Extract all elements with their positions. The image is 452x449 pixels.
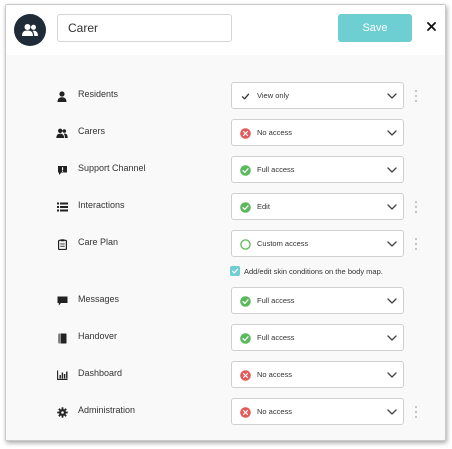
list-icon [56,201,68,213]
chevron-down-icon [387,409,397,415]
permission-row-administration: Administration No access [6,398,445,426]
chevron-down-icon [387,241,397,247]
permission-row-interactions: Interactions Edit [6,193,445,221]
access-level-select[interactable]: Edit [231,193,404,220]
access-level-value: Full access [257,165,295,174]
access-level-select[interactable]: Full access [231,287,404,314]
role-name-input[interactable] [57,14,232,42]
access-level-value: Full access [257,333,295,342]
permission-row-care-plan: Care Plan Custom access [6,230,445,258]
chevron-down-icon [387,130,397,136]
checkmark-icon [239,90,251,102]
no-access-icon [239,406,251,418]
clipboard-icon [56,238,68,250]
panel-header: Save [6,5,445,55]
permission-row-handover: Handover Full access [6,324,445,352]
access-level-value: No access [257,407,293,416]
no-access-icon [239,127,251,139]
access-level-select[interactable]: No access [231,119,404,146]
permission-label: Interactions [78,200,125,210]
permission-label: Residents [78,89,119,99]
access-level-value: Full access [257,296,295,305]
full-access-icon [239,201,251,213]
permission-label: Handover [78,331,118,341]
permission-label: Messages [78,294,120,304]
custom-access-icon [239,238,251,250]
full-access-icon [239,332,251,344]
role-permissions-panel: Save Residents View only Carers [5,4,446,441]
access-level-select[interactable]: Custom access [231,230,404,257]
chevron-down-icon [387,204,397,210]
skin-conditions-label: Add/edit skin conditions on the body map… [244,267,383,276]
full-access-icon [239,295,251,307]
more-options-icon[interactable] [413,405,419,419]
access-level-select[interactable]: No access [231,361,404,388]
users-icon [14,14,46,46]
chevron-down-icon [387,298,397,304]
permission-row-residents: Residents View only [6,82,445,110]
access-level-value: No access [257,370,293,379]
no-access-icon [239,369,251,381]
chevron-down-icon [387,93,397,99]
access-level-value: View only [257,91,289,100]
access-level-select[interactable]: No access [231,398,404,425]
permission-label: Support Channel [78,163,146,173]
chevron-down-icon [387,335,397,341]
permission-label: Dashboard [78,368,123,378]
access-level-value: No access [257,128,293,137]
permission-label: Administration [78,405,136,415]
close-icon[interactable] [424,19,438,33]
access-level-select[interactable]: Full access [231,156,404,183]
permission-label: Care Plan [78,237,119,247]
gear-icon [56,406,68,418]
bar-chart-icon [56,369,68,381]
permission-row-messages: Messages Full access [6,287,445,315]
skin-conditions-checkbox[interactable] [230,266,240,276]
more-options-icon[interactable] [413,237,419,251]
access-level-select[interactable]: Full access [231,324,404,351]
full-access-icon [239,164,251,176]
save-button[interactable]: Save [338,14,412,42]
more-options-icon[interactable] [413,89,419,103]
message-icon [56,295,68,307]
permission-row-support-channel: Support Channel Full access [6,156,445,184]
access-level-select[interactable]: View only [231,82,404,109]
access-level-value: Edit [257,202,270,211]
users-icon [56,127,68,139]
permission-row-dashboard: Dashboard No access [6,361,445,389]
permission-label: Carers [78,126,106,136]
book-icon [56,332,68,344]
chevron-down-icon [387,167,397,173]
access-level-value: Custom access [257,239,309,248]
more-options-icon[interactable] [413,200,419,214]
person-icon [56,90,68,102]
permission-row-carers: Carers No access [6,119,445,147]
chevron-down-icon [387,372,397,378]
support-chat-icon [56,164,68,176]
